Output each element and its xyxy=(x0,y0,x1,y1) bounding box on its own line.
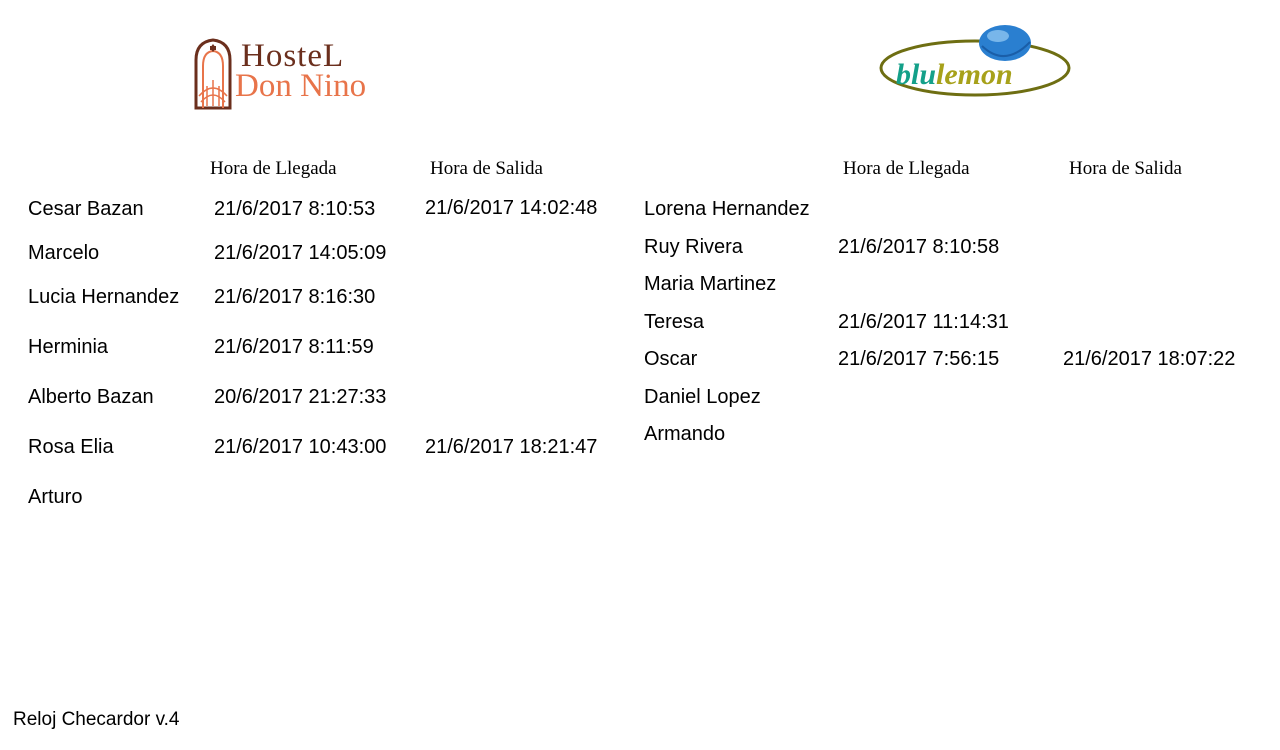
right-row-arrival: 21/6/2017 11:14:31 xyxy=(838,311,1009,333)
hostel-don-nino-logo: HosteL Don Nino xyxy=(193,34,393,110)
right-row-departure: 21/6/2017 18:07:22 xyxy=(1063,348,1236,370)
left-row-arrival: 21/6/2017 8:10:53 xyxy=(214,198,376,220)
left-row-name: Lucia Hernandez xyxy=(28,286,180,308)
left-row-arrival: 20/6/2017 21:27:33 xyxy=(214,386,387,408)
right-header-departure: Hora de Salida xyxy=(1069,158,1182,179)
right-row-name: Daniel Lopez xyxy=(644,386,761,408)
blulemon-logo-part2: lemon xyxy=(936,58,1013,91)
hostel-emblem-icon xyxy=(194,38,232,110)
left-row-departure: 21/6/2017 14:02:48 xyxy=(425,197,598,219)
left-row-name: Marcelo xyxy=(28,242,100,264)
left-header-arrival: Hora de Llegada xyxy=(210,158,337,179)
left-row-name: Rosa Elia xyxy=(28,436,114,458)
right-header-arrival: Hora de Llegada xyxy=(843,158,970,179)
right-row-name: Ruy Rivera xyxy=(644,236,743,258)
right-row-arrival: 21/6/2017 8:10:58 xyxy=(838,236,1000,258)
left-row-name: Alberto Bazan xyxy=(28,386,154,408)
left-row-arrival: 21/6/2017 14:05:09 xyxy=(214,242,387,264)
left-row-name: Arturo xyxy=(28,486,83,508)
right-row-name: Armando xyxy=(644,423,726,445)
left-header-departure: Hora de Salida xyxy=(430,158,543,179)
left-row-arrival: 21/6/2017 8:11:59 xyxy=(214,336,374,358)
left-row-name: Cesar Bazan xyxy=(28,198,144,220)
left-row-departure: 21/6/2017 18:21:47 xyxy=(425,436,598,458)
app-version-label: Reloj Checardor v.4 xyxy=(13,709,180,730)
left-row-name: Herminia xyxy=(28,336,109,358)
right-row-name: Maria Martinez xyxy=(644,273,777,295)
hostel-logo-line2: Don Nino xyxy=(235,68,367,104)
blulemon-logo-part1: blu xyxy=(896,58,937,91)
right-row-arrival: 21/6/2017 7:56:15 xyxy=(838,348,1000,370)
blulemon-logo: blulemon xyxy=(878,20,1078,100)
right-row-name: Oscar xyxy=(644,348,698,370)
left-row-arrival: 21/6/2017 8:16:30 xyxy=(214,286,376,308)
left-row-arrival: 21/6/2017 10:43:00 xyxy=(214,436,387,458)
right-row-name: Lorena Hernandez xyxy=(644,198,810,220)
right-row-name: Teresa xyxy=(644,311,705,333)
